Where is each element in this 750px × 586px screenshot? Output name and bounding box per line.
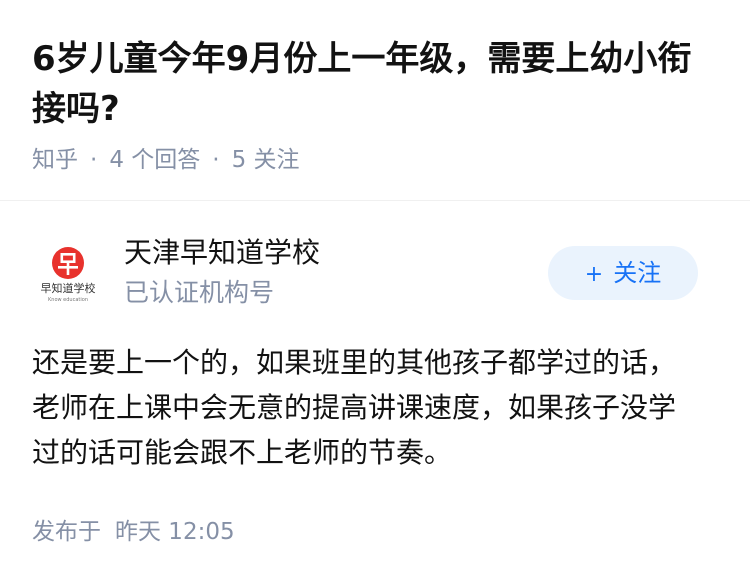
meta-separator: · (212, 147, 220, 173)
avatar[interactable]: 早知道学校 Know education (32, 238, 104, 310)
question-meta: 知乎 · 4 个回答 · 5 关注 (32, 144, 300, 176)
plus-icon: + (584, 262, 604, 287)
publish-time-value: 昨天 12:05 (115, 519, 235, 545)
avatar-logo-subtext: Know education (48, 297, 88, 303)
follow-button-label: 关注 (613, 259, 662, 287)
answer-content[interactable]: 还是要上一个的，如果班里的其他孩子都学过的话，老师在上课中会无意的提高讲课速度，… (32, 340, 702, 475)
author-name[interactable]: 天津早知道学校 (124, 234, 320, 272)
answer-count[interactable]: 4 个回答 (109, 147, 200, 173)
follow-button[interactable]: + 关注 (548, 246, 698, 300)
zao-badge-icon: 早知道学校 Know education (41, 247, 96, 303)
follower-count[interactable]: 5 关注 (232, 147, 300, 173)
publish-label: 发布于 (32, 519, 101, 545)
meta-separator: · (90, 147, 98, 173)
avatar-logo-text: 早知道学校 (41, 281, 96, 295)
question-title[interactable]: 6岁儿童今年9月份上一年级，需要上幼小衔接吗? (32, 34, 712, 134)
answer-publish-time: 发布于 昨天 12:05 (32, 516, 235, 548)
answer-author: 早知道学校 Know education 天津早知道学校 已认证机构号 + 关注 (0, 224, 750, 320)
question-header: 6岁儿童今年9月份上一年级，需要上幼小衔接吗? 知乎 · 4 个回答 · 5 关注 (0, 0, 750, 201)
author-verification-label: 已认证机构号 (124, 278, 275, 307)
source-label[interactable]: 知乎 (32, 147, 78, 173)
